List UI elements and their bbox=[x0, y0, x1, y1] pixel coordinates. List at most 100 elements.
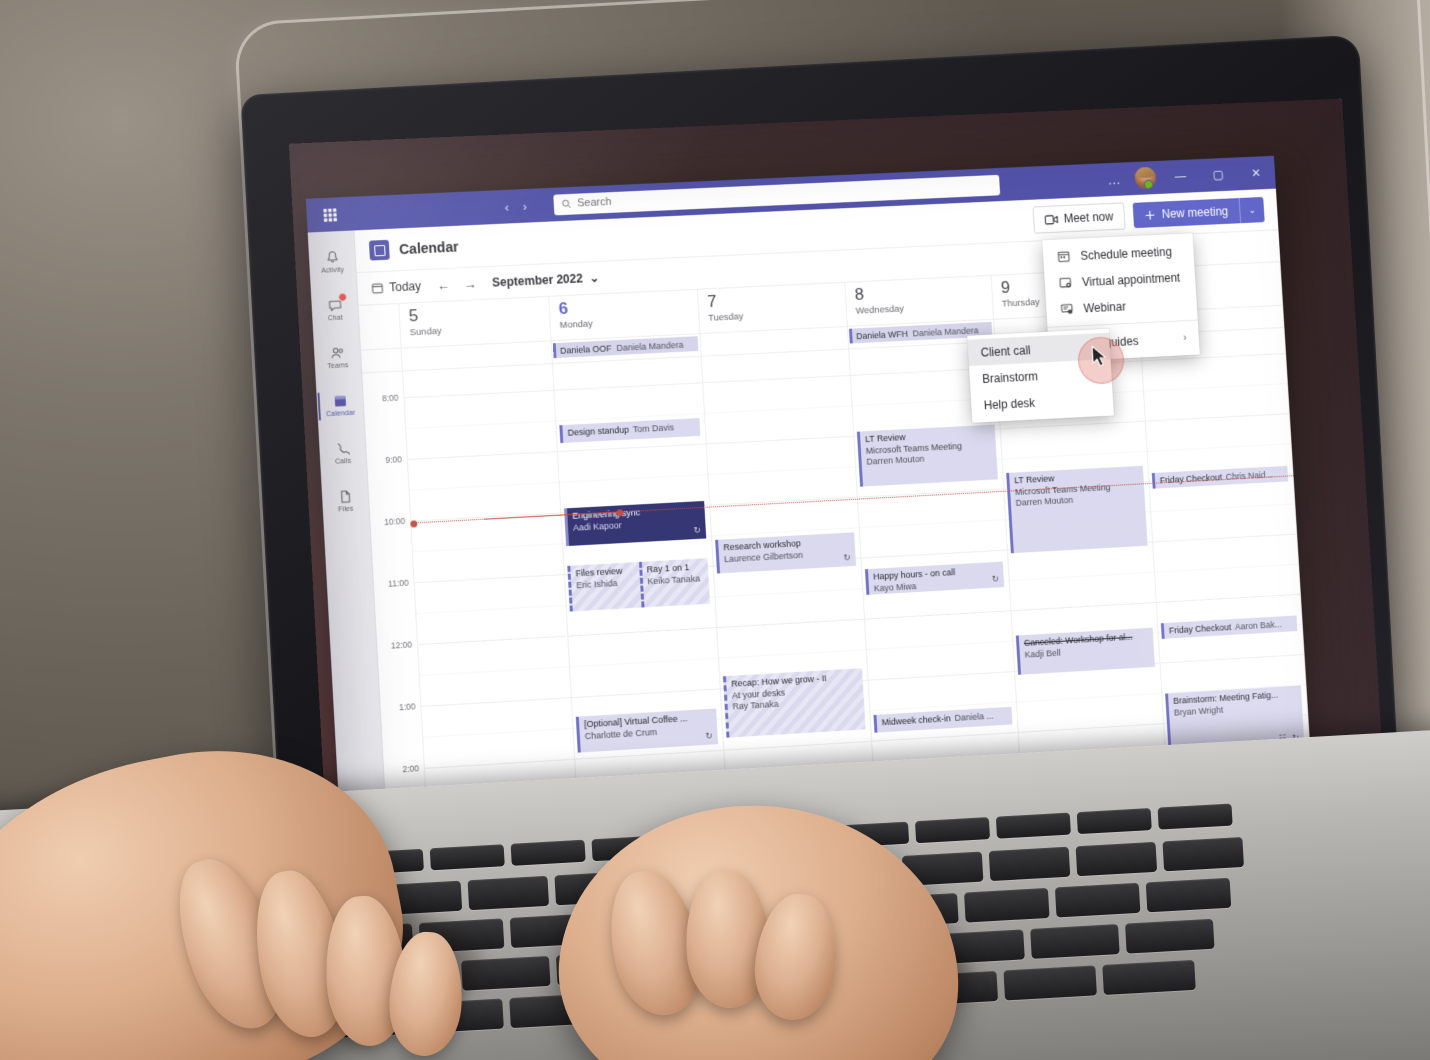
calendar-event[interactable]: Recap: How we grow - II At your desks Ray … bbox=[722, 668, 866, 738]
virtual-appointment-icon bbox=[1057, 276, 1073, 289]
keyboard-key bbox=[995, 812, 1071, 839]
half-hour-gridline bbox=[1002, 450, 1147, 460]
hour-label: 1:00 bbox=[398, 701, 416, 713]
keyboard-key bbox=[510, 839, 586, 866]
sidebar-item-teams[interactable]: Teams bbox=[314, 334, 360, 382]
recurring-icon: ↻ bbox=[991, 574, 1000, 585]
hour-gridline bbox=[411, 512, 561, 522]
header-actions: Meet now New meeting ⌄ bbox=[1032, 196, 1265, 234]
new-meeting-button[interactable]: New meeting ⌄ bbox=[1132, 196, 1265, 229]
calendar-event[interactable]: LT Review Microsoft Teams Meeting Darren M… bbox=[1006, 465, 1148, 554]
hour-gridline bbox=[857, 488, 1004, 498]
all-day-event-organizer: Daniela Mandera bbox=[616, 339, 684, 353]
history-nav: ‹ › bbox=[504, 198, 527, 214]
calendar-event[interactable]: Research workshop Laurence Gilbertson ↻ bbox=[715, 532, 857, 574]
half-hour-gridline bbox=[1009, 571, 1155, 581]
half-hour-gridline bbox=[1143, 383, 1287, 392]
half-hour-gridline bbox=[559, 474, 708, 483]
day-header-sunday[interactable]: 5 Sunday bbox=[399, 296, 552, 348]
keyboard-key bbox=[467, 875, 550, 911]
meet-now-label: Meet now bbox=[1063, 209, 1114, 226]
half-hour-gridline bbox=[569, 657, 719, 668]
event-icons: ↻ bbox=[705, 731, 713, 743]
new-meeting-dropdown-toggle[interactable]: ⌄ bbox=[1238, 196, 1265, 224]
menu-item-label: Schedule meeting bbox=[1080, 244, 1173, 263]
sidebar-item-files[interactable]: Files bbox=[322, 477, 368, 525]
close-button[interactable]: ✕ bbox=[1236, 156, 1276, 191]
forward-button[interactable]: › bbox=[522, 198, 527, 213]
day-header-wednesday[interactable]: 8 Wednesday bbox=[845, 275, 995, 326]
hour-gridline bbox=[872, 731, 1018, 742]
recurring-icon: ↻ bbox=[843, 552, 851, 564]
sidebar-item-chat[interactable]: Chat bbox=[312, 286, 358, 334]
sidebar-item-calendar[interactable]: Calendar bbox=[317, 382, 363, 430]
next-week-button[interactable]: → bbox=[463, 276, 477, 291]
keyboard-key bbox=[914, 817, 991, 844]
minimize-button[interactable]: — bbox=[1160, 159, 1200, 194]
sidebar-item-calls[interactable]: Calls bbox=[320, 429, 366, 477]
waffle-icon[interactable] bbox=[316, 207, 343, 222]
calendar-event[interactable]: Files review Eric Ishida bbox=[567, 562, 642, 612]
day-header-tuesday[interactable]: 7 Tuesday bbox=[697, 282, 848, 334]
half-hour-gridline bbox=[1151, 503, 1295, 513]
sidebar-item-label: Chat bbox=[327, 314, 344, 323]
avatar[interactable] bbox=[1134, 166, 1157, 190]
hour-label: 2:00 bbox=[402, 763, 420, 775]
prev-week-button[interactable]: ← bbox=[436, 277, 450, 292]
keyboard-key bbox=[1054, 882, 1141, 918]
calendar-event[interactable]: Ray 1 on 1 Keiko Tanaka bbox=[638, 558, 711, 608]
day-header-monday[interactable]: 6 Monday bbox=[549, 289, 701, 341]
current-time-end-dot bbox=[616, 508, 624, 517]
keyboard-key bbox=[1076, 808, 1152, 835]
hour-gridline bbox=[421, 697, 571, 707]
calendar-event[interactable]: Canceled: Workshop for al... Kadji Bell bbox=[1015, 627, 1155, 675]
sidebar-item-label: Teams bbox=[327, 362, 349, 371]
menu-item-label: Virtual appointment bbox=[1081, 270, 1181, 289]
hour-gridline bbox=[568, 627, 717, 637]
maximize-button[interactable]: ▢ bbox=[1198, 157, 1238, 192]
hour-gridline bbox=[424, 758, 575, 769]
event-title: Midweek check-in bbox=[881, 713, 952, 728]
keyboard-key bbox=[1162, 836, 1245, 872]
sidebar-item-activity[interactable]: Activity bbox=[309, 238, 355, 286]
all-day-event[interactable]: Daniela OOF Daniela Mandera bbox=[552, 336, 699, 359]
hour-gridline bbox=[1018, 723, 1164, 733]
hour-gridline bbox=[724, 740, 872, 751]
event-title: Friday Checkout bbox=[1168, 622, 1232, 636]
all-day-gutter bbox=[360, 348, 403, 373]
event-organizer: Aaron Bak... bbox=[1234, 619, 1283, 632]
calendar-event[interactable]: Friday Checkout Aaron Bak... bbox=[1160, 615, 1298, 639]
hour-gridline bbox=[706, 435, 854, 445]
calendar-event[interactable]: Midweek check-in Daniela ... bbox=[873, 706, 1013, 733]
file-icon bbox=[340, 491, 351, 504]
hour-gridline bbox=[1160, 654, 1304, 664]
overflow-menu-icon[interactable]: … bbox=[1099, 171, 1129, 188]
hour-gridline bbox=[717, 618, 865, 629]
menu-item-label: Brainstorm bbox=[981, 368, 1039, 386]
keyboard-key bbox=[988, 846, 1071, 882]
today-button[interactable]: Today bbox=[371, 279, 421, 295]
event-icons: ↻ bbox=[991, 574, 999, 586]
half-hour-gridline bbox=[1154, 563, 1299, 573]
half-hour-gridline bbox=[406, 420, 556, 430]
half-hour-gridline bbox=[409, 481, 559, 491]
new-meeting-label: New meeting bbox=[1161, 204, 1229, 221]
back-button[interactable]: ‹ bbox=[504, 199, 509, 214]
menu-item-label: Client call bbox=[980, 342, 1031, 360]
calendar-event[interactable]: Happy hours - on call Kayo Miwa ↻ bbox=[864, 561, 1005, 595]
chevron-down-icon: ⌄ bbox=[589, 270, 600, 286]
month-picker[interactable]: September 2022 ⌄ bbox=[492, 271, 600, 290]
recurring-icon: ↻ bbox=[705, 731, 713, 742]
calendar-event[interactable]: Design standup Tom Davis bbox=[559, 418, 701, 444]
calendar-event[interactable]: [Optional] Virtual Coffee ... Charlotte d… bbox=[575, 708, 719, 753]
keyboard-key bbox=[964, 887, 1050, 923]
time-gutter-header bbox=[358, 303, 402, 350]
hour-gridline bbox=[418, 635, 568, 646]
new-meeting-main[interactable]: New meeting bbox=[1133, 198, 1241, 228]
meet-now-button[interactable]: Meet now bbox=[1032, 202, 1126, 234]
calendar-event[interactable]: LT Review Microsoft Teams Meeting Darren M… bbox=[856, 424, 998, 487]
calendar-small-icon bbox=[371, 282, 384, 294]
keyboard-key bbox=[1157, 803, 1233, 830]
search-placeholder: Search bbox=[577, 196, 612, 210]
event-title: Design standup bbox=[567, 424, 630, 438]
